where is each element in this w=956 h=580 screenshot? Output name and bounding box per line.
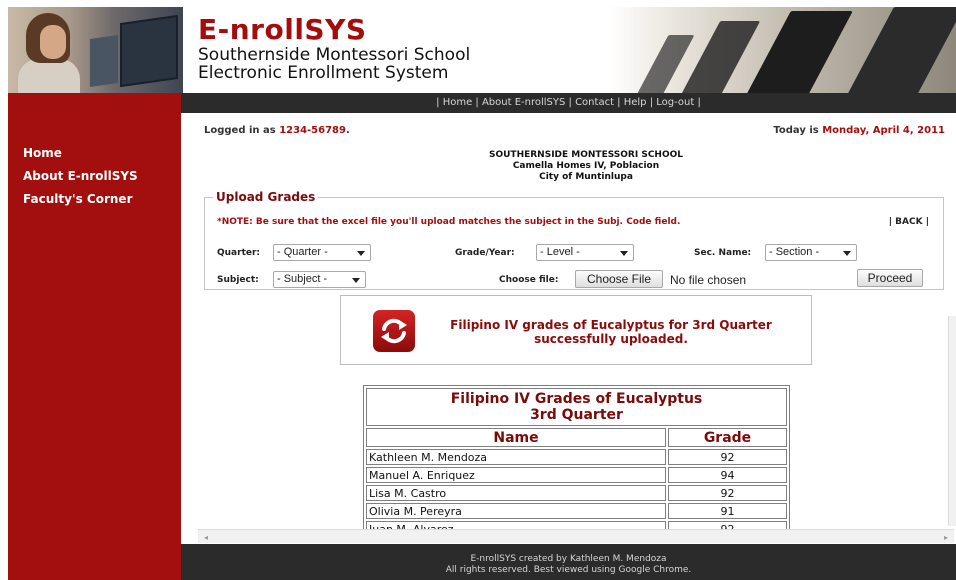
site-title: E-nrollSYS [198, 13, 367, 46]
user-id: 1234-56789 [279, 125, 346, 136]
site-subtitle-school: Southernside Montessori School [198, 45, 471, 65]
nav-about[interactable]: About E-nrollSYS [482, 97, 565, 108]
page-footer: E-nrollSYS created by Kathleen M. Mendoz… [181, 544, 956, 580]
vertical-scrollbar[interactable] [948, 316, 956, 526]
subject-label: Subject: [217, 275, 259, 285]
student-grade: 92 [668, 449, 787, 465]
section-select[interactable]: - Section - [765, 244, 857, 261]
back-link[interactable]: | BACK | [889, 217, 929, 227]
student-name: Kathleen M. Mendoza [366, 449, 666, 465]
column-header-name: Name [366, 428, 666, 447]
quarter-label: Quarter: [217, 248, 261, 258]
upload-grades-form: Upload Grades *NOTE: Be sure that the ex… [204, 190, 944, 290]
success-message-text: Filipino IV grades of Eucalyptus for 3rd… [450, 318, 772, 346]
school-name: SOUTHERNSIDE MONTESSORI SCHOOL [488, 150, 683, 160]
sidebar-item-about[interactable]: About E-nrollSYS [8, 165, 181, 188]
student-name: Manuel A. Enriquez [366, 467, 666, 483]
success-message-box: Filipino IV grades of Eucalyptus for 3rd… [340, 295, 812, 365]
top-nav: | Home | About E-nrollSYS | Contact | He… [181, 93, 956, 113]
horizontal-scrollbar[interactable]: ◂ ▸ [198, 529, 954, 543]
quarter-select[interactable]: - Quarter - [273, 244, 371, 261]
grade-year-label: Grade/Year: [455, 248, 515, 258]
grades-table-title: Filipino IV Grades of Eucalyptus 3rd Qua… [366, 388, 787, 426]
current-date: Monday, April 4, 2011 [822, 125, 945, 136]
scroll-right-icon[interactable]: ▸ [944, 533, 948, 542]
student-name: Olivia M. Pereyra [366, 503, 666, 519]
choose-file-label: Choose file: [499, 275, 559, 285]
column-header-grade: Grade [668, 428, 787, 447]
table-row: Kathleen M. Mendoza 92 [366, 449, 787, 465]
chevron-down-icon [620, 251, 628, 256]
student-grade: 94 [668, 467, 787, 483]
student-photo-banner [8, 7, 183, 93]
school-address-line2: City of Muntinlupa [539, 172, 633, 182]
subject-select[interactable]: - Subject - [273, 271, 366, 288]
school-info: SOUTHERNSIDE MONTESSORI SCHOOL Camella H… [181, 150, 956, 183]
nav-help[interactable]: Help [624, 97, 647, 108]
sidebar-item-faculty-corner[interactable]: Faculty's Corner [8, 188, 181, 211]
sidebar: Home About E-nrollSYS Faculty's Corner [8, 93, 181, 580]
upload-note: *NOTE: Be sure that the excel file you'l… [217, 217, 681, 227]
upload-grades-legend: Upload Grades [216, 190, 316, 204]
nav-logout[interactable]: Log-out [656, 97, 694, 108]
footer-credit: E-nrollSYS created by Kathleen M. Mendoz… [470, 554, 667, 564]
table-row: Olivia M. Pereyra 91 [366, 503, 787, 519]
nav-home[interactable]: Home [443, 97, 473, 108]
chevron-down-icon [843, 251, 851, 256]
logged-in-status: Logged in as 1234-56789. [204, 125, 350, 136]
sidebar-item-home[interactable]: Home [8, 142, 181, 165]
grade-year-select[interactable]: - Level - [536, 244, 634, 261]
file-status: No file chosen [670, 273, 747, 287]
table-row: Lisa M. Castro 92 [366, 485, 787, 501]
chevron-down-icon [357, 251, 365, 256]
choose-file-button[interactable]: Choose File [575, 270, 663, 288]
page-header: E-nrollSYS Southernside Montessori Schoo… [8, 7, 956, 93]
main-content: Logged in as 1234-56789. Today is Monday… [181, 113, 956, 544]
site-subtitle-system: Electronic Enrollment System [198, 63, 449, 83]
footer-rights: All rights reserved. Best viewed using G… [445, 565, 692, 575]
laptops-banner-image [608, 7, 956, 93]
scroll-left-icon[interactable]: ◂ [204, 533, 208, 542]
student-name: Lisa M. Castro [366, 485, 666, 501]
section-name-label: Sec. Name: [694, 248, 752, 258]
table-row: Manuel A. Enriquez 94 [366, 467, 787, 483]
school-address-line1: Camella Homes IV, Poblacion [512, 161, 660, 171]
refresh-icon [373, 310, 415, 352]
student-grade: 92 [668, 485, 787, 501]
grades-table: Filipino IV Grades of Eucalyptus 3rd Qua… [363, 385, 790, 540]
proceed-button[interactable]: Proceed [857, 269, 923, 287]
chevron-down-icon [352, 278, 360, 283]
student-grade: 91 [668, 503, 787, 519]
today-date: Today is Monday, April 4, 2011 [773, 125, 945, 136]
nav-contact[interactable]: Contact [575, 97, 614, 108]
